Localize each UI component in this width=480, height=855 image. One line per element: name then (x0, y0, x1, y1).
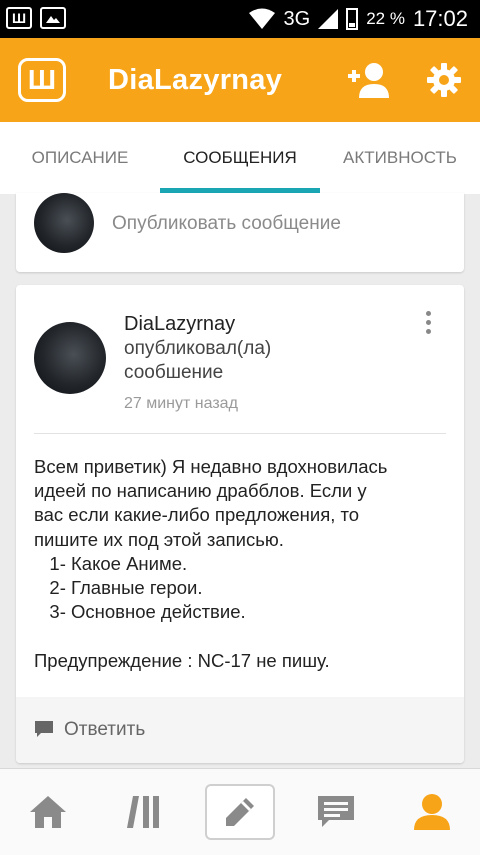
post-time: 27 минут назад (124, 395, 238, 412)
nav-home[interactable] (0, 769, 96, 855)
pencil-icon (226, 798, 254, 826)
compose-button[interactable] (205, 784, 275, 840)
nav-compose[interactable] (192, 769, 288, 855)
tab-description[interactable]: ОПИСАНИЕ (0, 122, 160, 194)
reply-button[interactable]: Ответить (16, 697, 464, 763)
image-icon (40, 7, 66, 29)
nav-library[interactable] (96, 769, 192, 855)
clock: 17:02 (412, 6, 468, 31)
comment-icon (35, 721, 53, 737)
post-body-line: пишите их под этой записью. (34, 528, 284, 550)
signal-icon (318, 9, 339, 29)
post-body-line: 1- Какое Аниме. (34, 552, 188, 574)
post-body-line: 3- Основное действие. (34, 601, 246, 623)
divider (34, 433, 446, 434)
tab-activity[interactable]: АКТИВНОСТЬ (320, 122, 480, 194)
post-body-line: 2- Главные герои. (34, 577, 203, 599)
nav-profile[interactable] (384, 769, 480, 855)
profile-icon (414, 794, 450, 830)
library-icon (127, 796, 159, 828)
post-author[interactable]: DiaLazyrnay (124, 313, 235, 336)
author-avatar[interactable] (34, 322, 106, 394)
post-body-line (34, 624, 454, 648)
post-action: опубликовал(ла) сообшение (124, 337, 324, 385)
composer-placeholder[interactable]: Опубликовать сообщение (112, 213, 341, 235)
post-body-line: вас если какие-либо предложения, то (34, 504, 360, 526)
post-body: Всем приветик) Я недавно вдохновилась ид… (34, 455, 454, 673)
app-logo[interactable]: Ш (18, 58, 66, 102)
wifi-icon (248, 8, 275, 29)
tab-messages[interactable]: СООБЩЕНИЯ (160, 122, 320, 194)
status-bar: Ш 3G 22 % 17:02 (0, 0, 480, 38)
bottom-nav (0, 768, 480, 855)
battery-icon (346, 8, 359, 30)
network-type: 3G (283, 7, 311, 30)
post-action-line1: опубликовал(ла) (124, 338, 272, 359)
more-options-icon[interactable] (418, 311, 438, 337)
nav-messages[interactable] (288, 769, 384, 855)
add-user-icon[interactable] (346, 60, 390, 100)
post-body-line: Предупреждение : NC-17 не пишу. (34, 649, 330, 671)
messages-icon (318, 796, 354, 827)
composer-card[interactable]: Опубликовать сообщение (16, 193, 464, 272)
avatar (34, 193, 94, 253)
battery-percent: 22 % (366, 9, 405, 28)
post-card: DiaLazyrnay опубликовал(ла) сообшение 27… (16, 285, 464, 763)
gear-icon[interactable] (426, 62, 462, 98)
post-body-line: Всем приветик) Я недавно вдохновилась (34, 456, 388, 477)
page-title: DiaLazyrnay (108, 64, 283, 96)
reply-label: Ответить (64, 719, 146, 740)
app-bar: Ш DiaLazyrnay (0, 38, 480, 122)
post-body-line: идеей по написанию драбблов. Если у (34, 480, 367, 502)
app-w-icon: Ш (6, 7, 32, 29)
post-action-line2: сообшение (124, 362, 224, 383)
tab-bar: ОПИСАНИЕ СООБЩЕНИЯ АКТИВНОСТЬ (0, 122, 480, 194)
home-icon (30, 796, 66, 828)
